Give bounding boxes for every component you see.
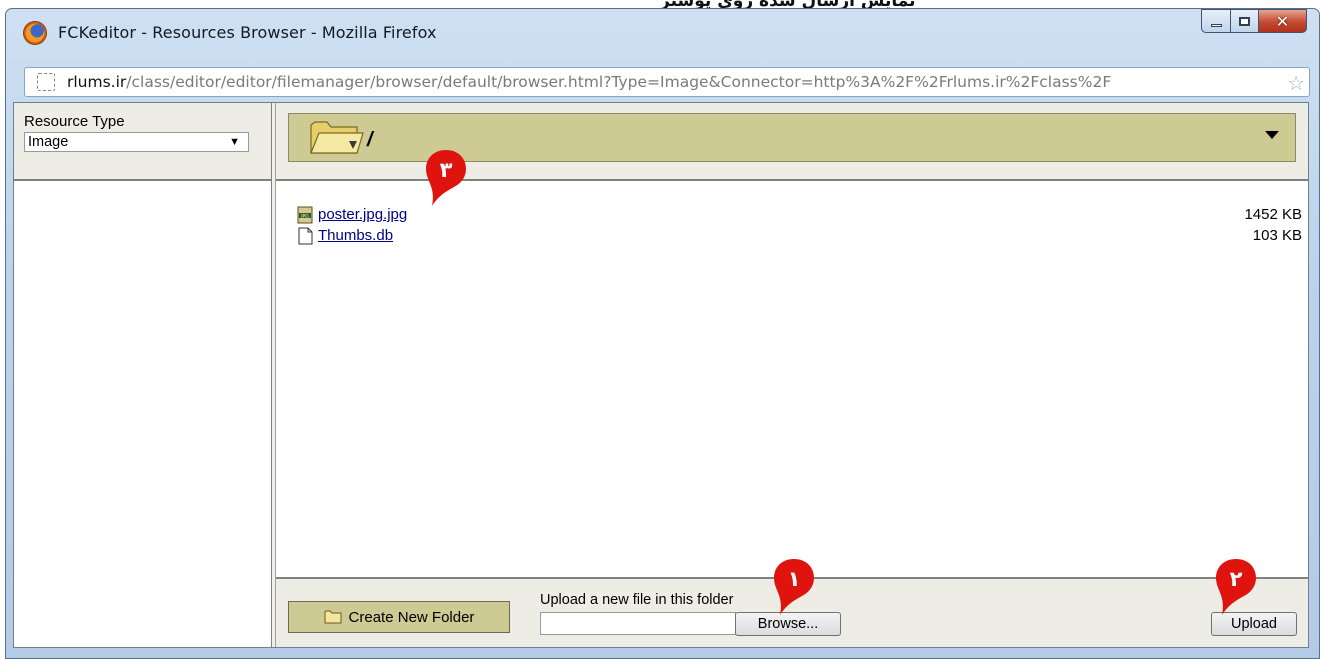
file-row: JPG poster.jpg.jpg 1452 KB [296, 205, 1302, 226]
thumbs-file-link[interactable]: Thumbs.db [318, 227, 393, 244]
resource-type-panel: Resource Type Image ▼ [14, 103, 271, 181]
title-bar: FCKeditor - Resources Browser - Mozilla … [6, 9, 1319, 57]
window-controls: ✕ [1201, 9, 1307, 35]
jpg-file-icon: JPG [297, 206, 313, 224]
folder-dropdown-icon[interactable] [1265, 131, 1279, 139]
marker-number: ٢ [1230, 567, 1243, 591]
create-folder-label: Create New Folder [348, 608, 475, 626]
generic-file-icon [298, 227, 313, 245]
url-text[interactable]: rlums.ir/class/editor/editor/filemanager… [67, 73, 1272, 91]
firefox-icon [24, 22, 46, 44]
svg-text:JPG: JPG [300, 213, 309, 219]
minimize-icon [1210, 23, 1222, 27]
file-size: 103 KB [1252, 227, 1302, 244]
chevron-down-icon: ▼ [229, 136, 240, 148]
maximize-button[interactable] [1231, 9, 1259, 33]
marker-number: ١ [788, 567, 801, 591]
marker-3: ٣ [423, 148, 469, 208]
close-icon: ✕ [1275, 11, 1290, 31]
open-folder-icon [310, 121, 364, 154]
marker-number: ٣ [440, 158, 453, 182]
resource-type-select[interactable]: Image ▼ [24, 132, 249, 152]
address-bar[interactable]: rlums.ir/class/editor/editor/filemanager… [24, 67, 1310, 97]
close-button[interactable]: ✕ [1259, 9, 1307, 33]
file-size: 1452 KB [1244, 206, 1302, 223]
marker-2: ٢ [1213, 557, 1259, 617]
file-row: Thumbs.db 103 KB [296, 226, 1302, 247]
file-list: JPG poster.jpg.jpg 1452 KB Thumbs.db 103… [296, 205, 1302, 247]
marker-1: ١ [771, 557, 817, 617]
upload-label: Upload a new file in this folder [540, 592, 734, 608]
resource-type-label: Resource Type [24, 113, 125, 130]
resource-type-value: Image [28, 134, 69, 150]
window-title: FCKeditor - Resources Browser - Mozilla … [58, 23, 437, 42]
upload-file-input[interactable] [540, 612, 736, 635]
minimize-button[interactable] [1201, 9, 1231, 33]
create-folder-button[interactable]: Create New Folder [288, 601, 510, 633]
resources-browser: Resource Type Image ▼ / JPG poster.jpg.j… [13, 102, 1309, 648]
panel-divider[interactable] [271, 103, 276, 647]
site-identity-icon[interactable] [37, 73, 55, 91]
bookmark-star-icon[interactable]: ☆ [1287, 71, 1305, 96]
maximize-icon [1239, 16, 1250, 26]
current-folder-path: / [367, 129, 373, 151]
poster-file-link[interactable]: poster.jpg.jpg [318, 206, 407, 223]
url-domain: rlums.ir [67, 73, 127, 91]
folder-icon [324, 610, 342, 624]
url-path: /class/editor/editor/filemanager/browser… [126, 73, 1112, 91]
